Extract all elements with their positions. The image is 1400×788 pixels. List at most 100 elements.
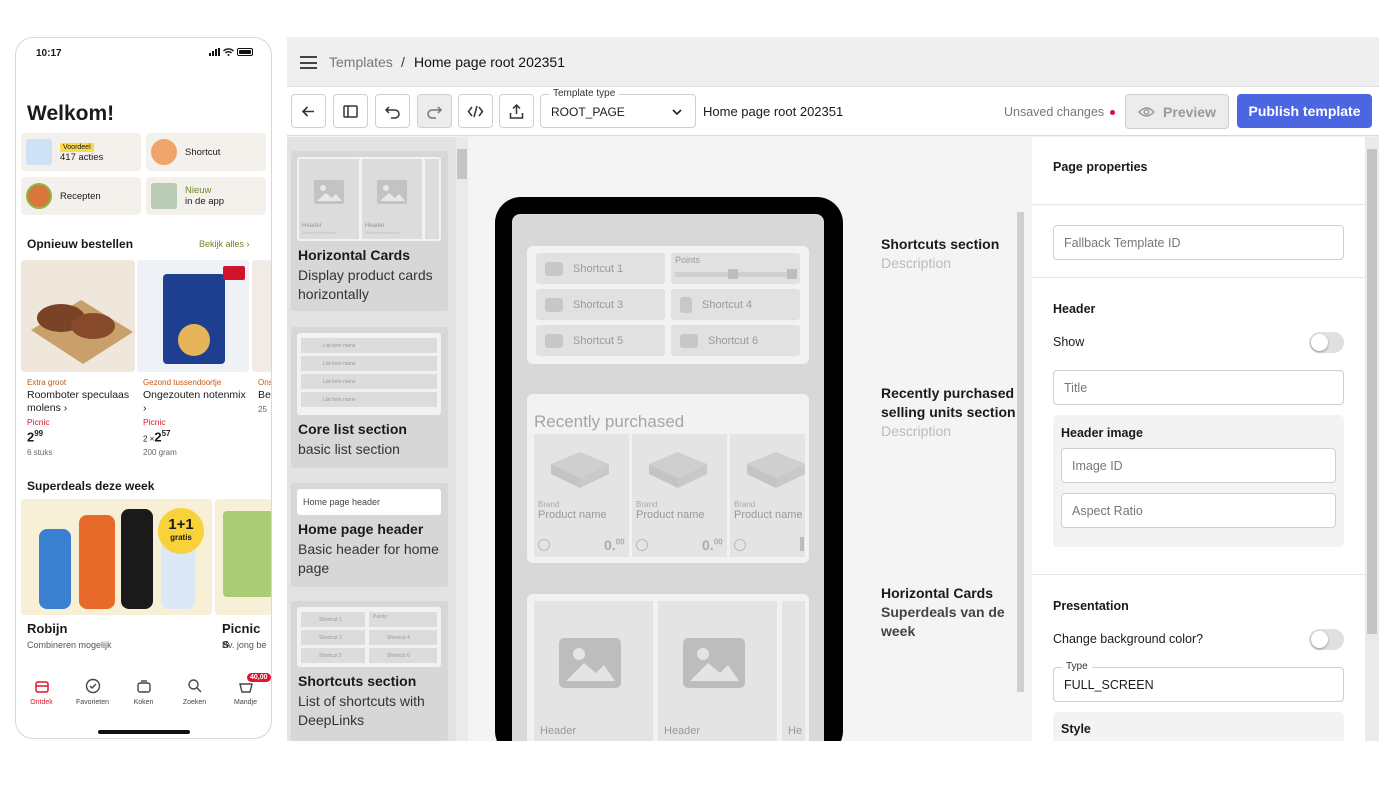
signal-icon	[209, 48, 220, 56]
properties-scrollbar[interactable]	[1365, 137, 1379, 741]
thumbnail: Shortcut 1 Points Shortcut 3 Shortcut 4 …	[297, 607, 441, 667]
deal-image-picnic[interactable]	[215, 499, 271, 615]
back-button[interactable]	[291, 94, 326, 128]
publish-template-button[interactable]: Publish template	[1237, 94, 1372, 128]
deal-sub: Combineren mogelijk	[27, 640, 112, 650]
toggle-sidebar-button[interactable]	[333, 94, 368, 128]
tab-mandje[interactable]: Mandje 40,00	[220, 673, 271, 718]
tile-shortcut[interactable]: Shortcut	[146, 133, 266, 171]
breadcrumb-templates[interactable]: Templates	[329, 54, 393, 70]
product-image-notenmix[interactable]	[137, 260, 249, 372]
device-frame: Shortcut 1 Points Shortcut 3 Shortcut 4 …	[495, 197, 843, 741]
breadcrumb-current: Home page root 202351	[414, 54, 565, 70]
horizontal-card-placeholder: Header	[658, 601, 777, 741]
code-view-button[interactable]	[458, 94, 493, 128]
tab-koken[interactable]: Koken	[118, 678, 169, 718]
style-title: Style	[1061, 722, 1091, 736]
palette-item-home-header[interactable]: Home page header Home page header Basic …	[291, 483, 448, 587]
recipe-bowl-icon	[26, 183, 52, 209]
horizontal-card-placeholder: He	[782, 601, 805, 741]
palette-scrollbar[interactable]	[456, 137, 468, 741]
tile-nieuw[interactable]: Nieuw in de app	[146, 177, 266, 215]
tab-ontdek[interactable]: Ontdek	[16, 678, 67, 718]
shortcut-tile: Shortcut 6	[671, 325, 800, 356]
product-name[interactable]: Roomboter speculaas molens ›	[27, 389, 137, 415]
tab-zoeken[interactable]: Zoeken	[169, 678, 220, 718]
points-tile: Points	[671, 253, 800, 284]
template-type-label: Template type	[549, 88, 620, 99]
shortcut-tile: Shortcut 1	[536, 253, 665, 284]
menu-icon[interactable]	[300, 56, 317, 69]
image-id-field[interactable]: Image ID	[1061, 448, 1336, 483]
product-name[interactable]: Ongezouten notenmix ›	[143, 389, 248, 415]
product-category: Extra groot	[27, 378, 67, 387]
shortcut-tile: Shortcut 4	[671, 289, 800, 320]
component-palette: Header Subtext description Header Subtex…	[287, 137, 468, 741]
deal-badge: 1+1 gratis	[158, 508, 204, 554]
palette-item-desc: Display product cards horizontally	[298, 267, 433, 302]
tile-recepten[interactable]: Recepten	[21, 177, 141, 215]
deal-name[interactable]: Robijn	[27, 621, 67, 636]
canvas-shortcuts-section[interactable]: Shortcut 1 Points Shortcut 3 Shortcut 4 …	[527, 246, 809, 364]
canvas-recently-purchased-section[interactable]: Recently purchased Brand Product name 0.…	[527, 394, 809, 563]
header-title: Header	[1053, 302, 1096, 316]
welcome-title: Welkom!	[27, 102, 115, 125]
template-type-select[interactable]: Template type ROOT_PAGE	[540, 88, 696, 128]
section-label-shortcuts[interactable]: Shortcuts section	[881, 235, 999, 254]
template-editor: Templates / Home page root 202351 Templa…	[287, 37, 1379, 741]
breadcrumb-separator: /	[401, 54, 405, 70]
product-card-placeholder: Brand Product name 0.00	[632, 434, 727, 557]
change-bg-toggle[interactable]	[1309, 629, 1344, 650]
pot-icon	[136, 680, 151, 693]
palette-item-core-list[interactable]: List item name List item name List item …	[291, 327, 448, 468]
aspect-ratio-field[interactable]: Aspect Ratio	[1061, 493, 1336, 528]
palette-item-title: Horizontal Cards	[298, 247, 411, 263]
undo-button[interactable]	[375, 94, 410, 128]
view-all-link[interactable]: Bekijk alles ›	[199, 239, 250, 249]
reorder-title: Opnieuw bestellen	[27, 237, 134, 251]
phone-app-icon	[151, 183, 177, 209]
section-desc-shortcuts: Description	[881, 255, 952, 271]
sidebar-icon	[343, 104, 358, 118]
product-card-placeholder: Brand Product name 0.00	[534, 434, 629, 557]
shortcut-tile: Shortcut 5	[536, 325, 665, 356]
presentation-title: Presentation	[1053, 599, 1129, 613]
palette-item-horizontal-cards[interactable]: Header Subtext description Header Subtex…	[291, 151, 448, 311]
canvas-horizontal-cards-section[interactable]: Header Header He	[527, 594, 809, 741]
section-label-horizontal-cards[interactable]: Horizontal Cards	[881, 584, 993, 603]
canvas-scrollbar[interactable]	[1017, 212, 1024, 692]
voordeel-badge: Voordeel	[60, 143, 94, 152]
show-toggle[interactable]	[1309, 332, 1344, 353]
preview-button[interactable]: Preview	[1125, 94, 1229, 129]
fallback-template-id-field[interactable]: Fallback Template ID	[1053, 225, 1344, 260]
type-field[interactable]: Type FULL_SCREEN	[1053, 661, 1344, 702]
section-label-recently-purchased[interactable]: Recently purchased selling units section	[881, 384, 1021, 422]
show-label: Show	[1053, 335, 1085, 349]
info-icon	[636, 539, 648, 551]
redo-button[interactable]	[417, 94, 452, 128]
store-icon	[34, 681, 49, 693]
product-box-icon	[649, 452, 707, 488]
product-unit: 25	[258, 405, 267, 414]
product-image-partial[interactable]	[252, 260, 271, 372]
code-icon	[467, 105, 484, 117]
tile-acties[interactable]: Voordeel 417 acties	[21, 133, 141, 171]
export-button[interactable]	[499, 94, 534, 128]
title-field[interactable]: Title	[1053, 370, 1344, 405]
product-name[interactable]: Be	[258, 389, 271, 402]
tile-label: Recepten	[60, 190, 101, 202]
product-unit: 200 gram	[143, 448, 177, 457]
section-sub-horizontal-cards: Superdeals van de week	[881, 604, 1005, 639]
tab-favorieten[interactable]: Favorieten	[67, 678, 118, 718]
product-image-speculaas[interactable]	[21, 260, 135, 372]
palette-item-desc: Basic header for home page	[298, 541, 439, 576]
thumbnail: List item name List item name List item …	[297, 333, 441, 415]
palette-item-shortcuts[interactable]: Shortcut 1 Points Shortcut 3 Shortcut 4 …	[291, 601, 448, 741]
image-placeholder-icon	[683, 638, 745, 688]
image-placeholder-icon	[377, 180, 407, 204]
cart-badge: 40,00	[247, 673, 271, 682]
product-price: 2 ×257	[143, 429, 171, 445]
chevron-down-icon	[672, 109, 682, 116]
wifi-icon	[223, 48, 234, 56]
tile-label-new: Nieuw	[185, 185, 212, 196]
